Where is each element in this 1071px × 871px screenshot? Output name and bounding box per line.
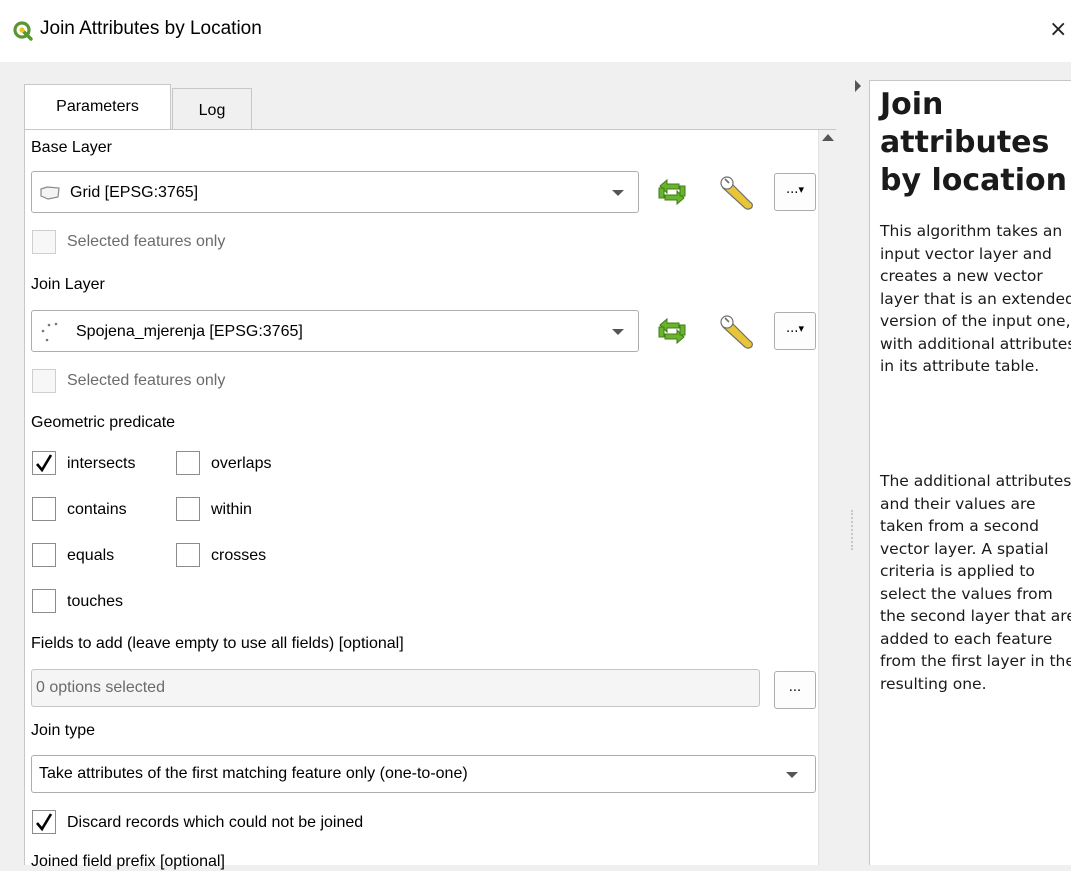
- join-selected-only-checkbox[interactable]: [32, 369, 56, 393]
- predicate-intersects-label: intersects: [67, 455, 136, 472]
- base-layer-label: Base Layer: [31, 139, 112, 156]
- close-icon[interactable]: ×: [1049, 17, 1067, 42]
- predicate-overlaps-label: overlaps: [211, 455, 272, 472]
- iterate-icon[interactable]: [655, 315, 689, 347]
- join-layer-combo[interactable]: Spojena_mjerenja [EPSG:3765]: [31, 310, 639, 352]
- join-layer-options-button[interactable]: ...▾: [774, 312, 816, 350]
- fields-to-add-button[interactable]: ...: [774, 671, 816, 709]
- qgis-logo-icon: [13, 21, 33, 41]
- joined-field-prefix-label: Joined field prefix [optional]: [31, 853, 225, 870]
- base-layer-options-button[interactable]: ...▾: [774, 173, 816, 211]
- predicate-contains-label: contains: [67, 501, 127, 518]
- wrench-settings-icon[interactable]: [715, 172, 759, 212]
- base-layer-combo[interactable]: Grid [EPSG:3765]: [31, 171, 639, 213]
- help-paragraph-2: The additional attributes and their valu…: [880, 472, 1071, 693]
- wrench-settings-icon[interactable]: [715, 311, 759, 351]
- fields-to-add-input[interactable]: 0 options selected: [31, 669, 760, 707]
- predicate-crosses-label: crosses: [211, 547, 267, 564]
- predicate-overlaps-checkbox[interactable]: [176, 451, 200, 475]
- help-title: Join attributes by location: [880, 87, 1067, 198]
- help-paragraph-1: This algorithm takes an input vector lay…: [880, 222, 1071, 375]
- join-selected-only-label: Selected features only: [67, 372, 226, 389]
- tab-log[interactable]: Log: [172, 88, 252, 130]
- discard-checkbox[interactable]: [32, 810, 56, 834]
- join-type-select[interactable]: Take attributes of the first matching fe…: [31, 755, 816, 793]
- window-title: Join Attributes by Location: [40, 18, 262, 39]
- point-layer-icon: [41, 322, 58, 342]
- chevron-down-icon: [612, 190, 624, 196]
- join-type-value: Take attributes of the first matching fe…: [39, 765, 468, 782]
- predicate-equals-checkbox[interactable]: [32, 543, 56, 567]
- join-layer-label: Join Layer: [31, 276, 105, 293]
- predicate-touches-checkbox[interactable]: [32, 589, 56, 613]
- join-layer-value: Spojena_mjerenja [EPSG:3765]: [76, 323, 303, 340]
- scroll-up-arrow-icon[interactable]: [822, 134, 834, 141]
- vertical-scrollbar[interactable]: [818, 130, 836, 865]
- collapse-arrow-icon[interactable]: [855, 80, 861, 92]
- base-layer-value: Grid [EPSG:3765]: [70, 184, 199, 201]
- title-bar: Join Attributes by Location ×: [0, 0, 1071, 62]
- geometric-predicate-label: Geometric predicate: [31, 414, 176, 431]
- checkmark-icon: [36, 454, 53, 473]
- iterate-icon[interactable]: [655, 176, 689, 208]
- predicate-within-checkbox[interactable]: [176, 497, 200, 521]
- join-type-label: Join type: [31, 722, 96, 739]
- base-selected-only-label: Selected features only: [67, 233, 226, 250]
- predicate-crosses-checkbox[interactable]: [176, 543, 200, 567]
- checkmark-icon: [36, 813, 53, 832]
- predicate-within-label: within: [211, 501, 252, 518]
- chevron-down-icon: [786, 772, 798, 778]
- splitter-handle[interactable]: [851, 510, 855, 550]
- predicate-equals-label: equals: [67, 547, 115, 564]
- predicate-intersects-checkbox[interactable]: [32, 451, 56, 475]
- discard-label: Discard records which could not be joine…: [67, 814, 364, 831]
- chevron-down-icon: [612, 329, 624, 335]
- predicate-touches-label: touches: [67, 593, 124, 610]
- polygon-layer-icon: [40, 186, 60, 200]
- tab-parameters[interactable]: Parameters: [24, 84, 171, 130]
- predicate-contains-checkbox[interactable]: [32, 497, 56, 521]
- base-selected-only-checkbox[interactable]: [32, 230, 56, 254]
- fields-to-add-label: Fields to add (leave empty to use all fi…: [31, 635, 404, 652]
- fields-to-add-value: 0 options selected: [36, 679, 165, 696]
